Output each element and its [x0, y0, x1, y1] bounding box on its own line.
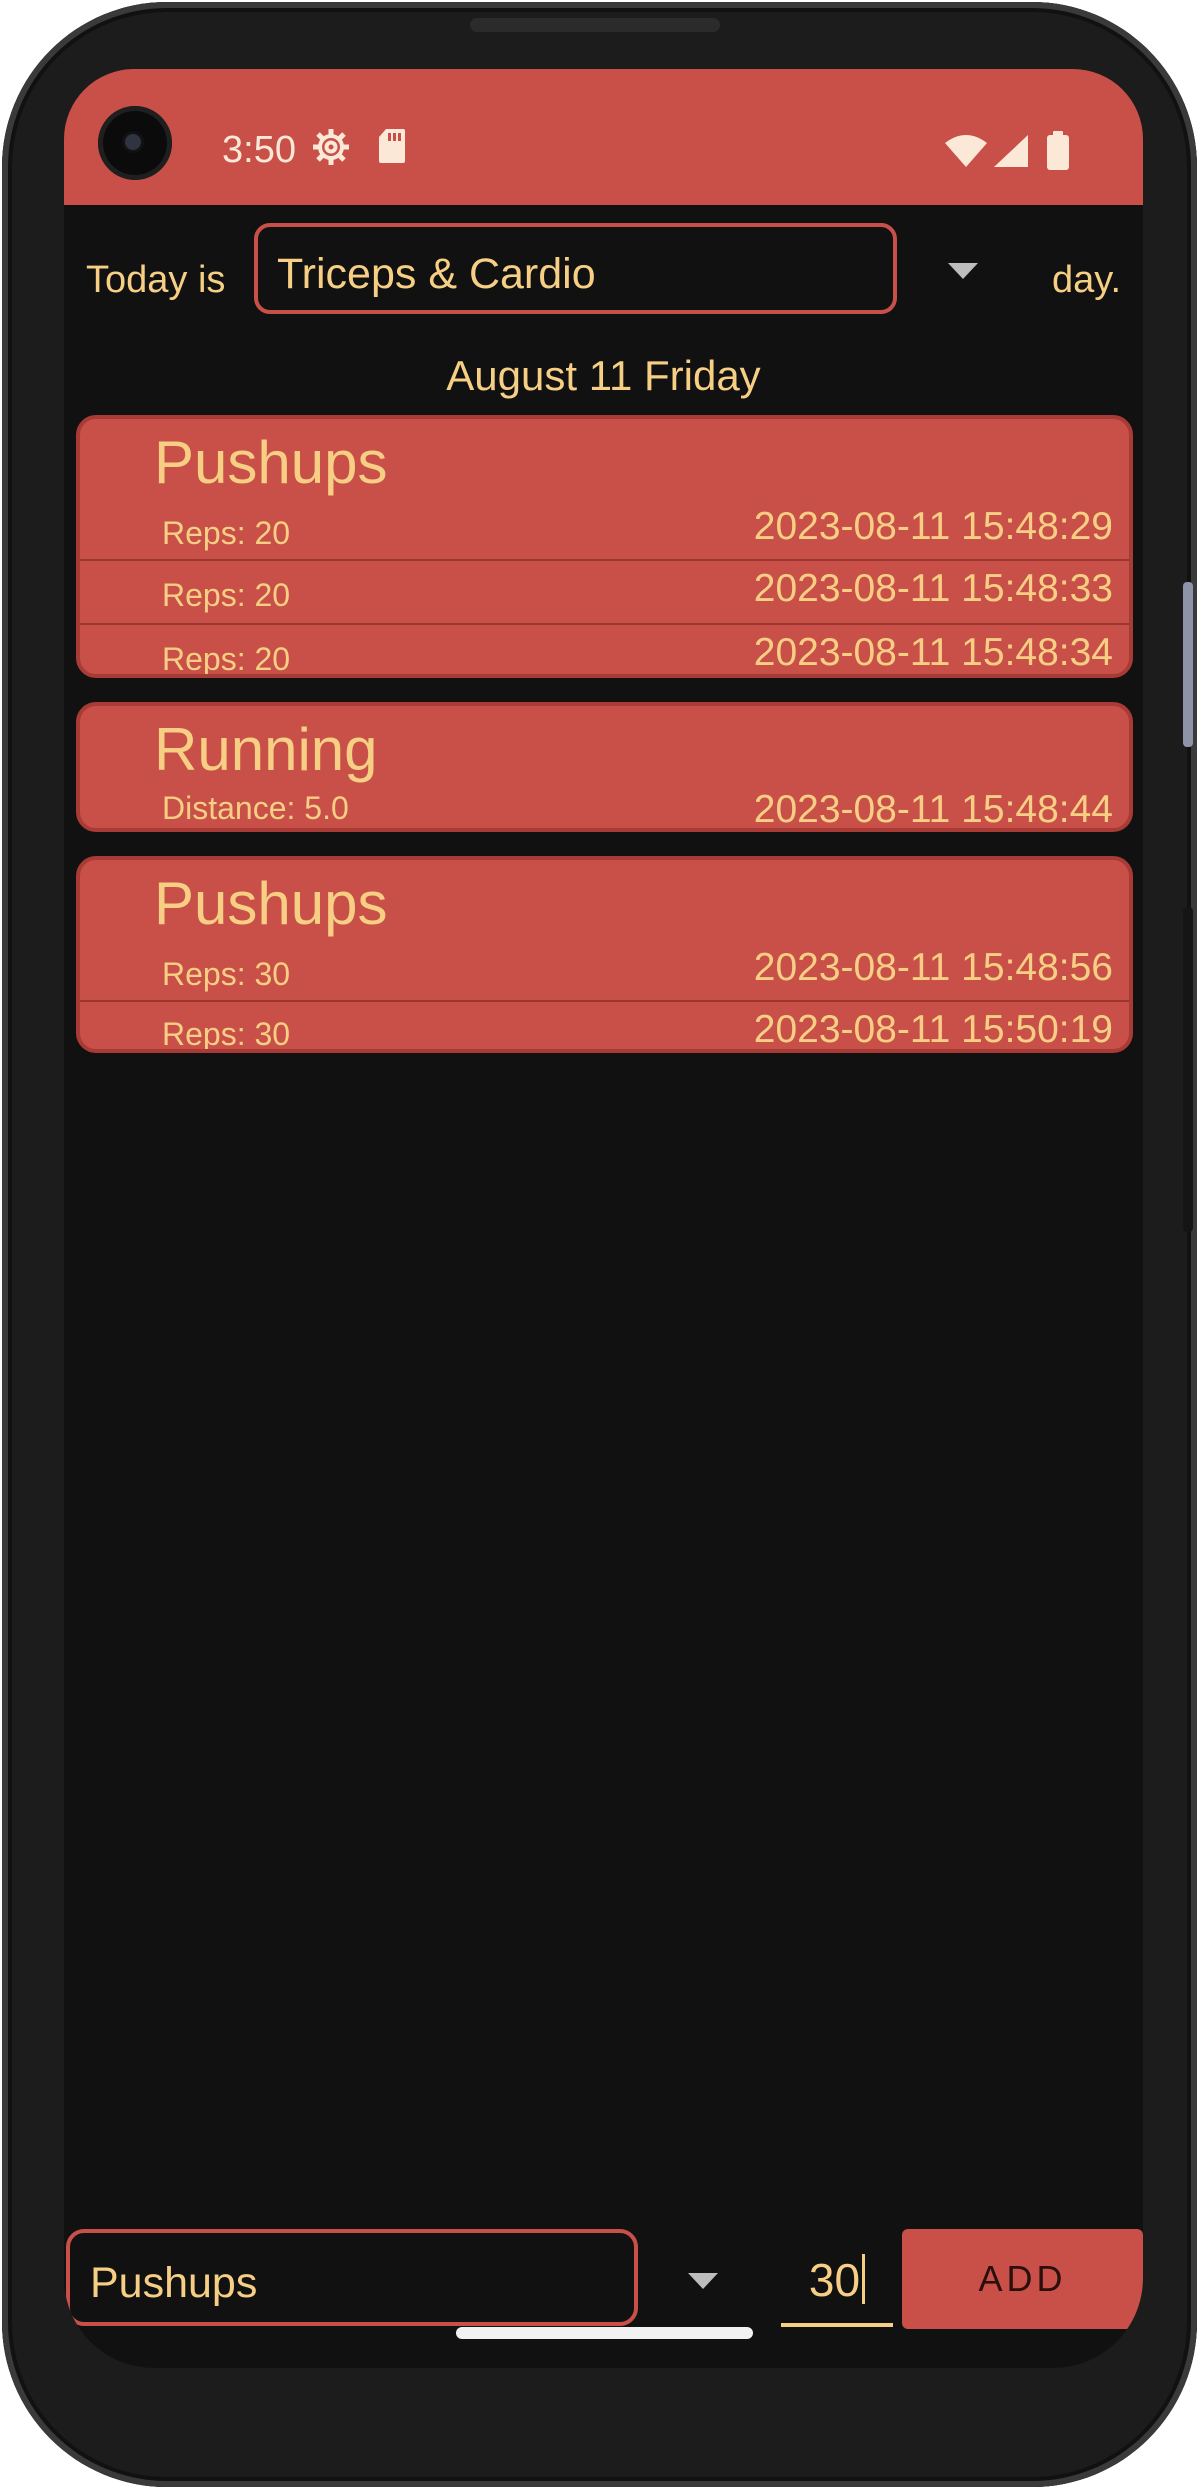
entry-timestamp: 2023-08-11 15:48:29	[753, 505, 1113, 548]
amount-input[interactable]: 30	[781, 2239, 893, 2327]
log-entry[interactable]: Reps: 30 2023-08-11 15:48:56	[80, 938, 1129, 1000]
entry-timestamp: 2023-08-11 15:50:19	[753, 1008, 1113, 1051]
add-entry-bar: Pushups 30 ADD	[64, 2229, 1143, 2329]
status-bar: 3:50	[64, 69, 1143, 205]
text-caret	[862, 2254, 866, 2304]
entry-detail: Reps: 20	[162, 515, 291, 551]
earpiece-speaker	[470, 18, 720, 32]
exercise-group-card: Pushups Reps: 30 2023-08-11 15:48:56 Rep…	[76, 856, 1133, 1053]
day-suffix-label: day.	[1052, 259, 1122, 301]
exercise-select[interactable]: Pushups	[66, 2229, 638, 2326]
signal-icon	[992, 133, 1030, 174]
exercise-group-title: Pushups	[154, 429, 388, 496]
entry-timestamp: 2023-08-11 15:48:44	[753, 788, 1113, 831]
add-button[interactable]: ADD	[902, 2229, 1143, 2329]
amount-value: 30	[808, 2254, 861, 2306]
log-entry[interactable]: Distance: 5.0 2023-08-11 15:48:44	[80, 784, 1129, 831]
today-is-label: Today is	[86, 259, 226, 301]
entry-timestamp: 2023-08-11 15:48:34	[753, 631, 1113, 674]
entry-detail: Reps: 30	[162, 956, 291, 992]
volume-button	[1183, 582, 1193, 747]
log-entry[interactable]: Reps: 20 2023-08-11 15:48:29	[80, 497, 1129, 559]
battery-icon	[1046, 131, 1070, 176]
day-type-row: Today is Triceps & Cardio day.	[64, 223, 1143, 323]
entry-timestamp: 2023-08-11 15:48:56	[753, 946, 1113, 989]
home-gesture-bar[interactable]	[456, 2327, 753, 2339]
gear-icon	[311, 127, 351, 172]
front-camera	[98, 106, 172, 180]
sd-card-icon	[377, 127, 407, 170]
day-type-select[interactable]: Triceps & Cardio	[254, 223, 897, 314]
entry-detail: Distance: 5.0	[162, 790, 349, 826]
wifi-icon	[944, 135, 988, 174]
exercise-group-title: Pushups	[154, 870, 388, 937]
chevron-down-icon[interactable]	[948, 263, 978, 284]
log-entry[interactable]: Reps: 30 2023-08-11 15:50:19	[80, 1000, 1129, 1052]
entry-timestamp: 2023-08-11 15:48:33	[753, 567, 1113, 610]
status-time: 3:50	[222, 129, 296, 171]
date-heading: August 11 Friday	[446, 352, 761, 399]
exercise-group-title: Running	[154, 716, 378, 783]
entry-detail: Reps: 30	[162, 1016, 291, 1052]
exercise-group-card: Running Distance: 5.0 2023-08-11 15:48:4…	[76, 702, 1133, 832]
exercise-group-card: Pushups Reps: 20 2023-08-11 15:48:29 Rep…	[76, 415, 1133, 678]
entry-detail: Reps: 20	[162, 577, 291, 613]
log-entry[interactable]: Reps: 20 2023-08-11 15:48:34	[80, 623, 1129, 677]
app-screen: 3:50 Today is Triceps & Cardio day. Augu…	[64, 69, 1143, 2368]
log-entry[interactable]: Reps: 20 2023-08-11 15:48:33	[80, 559, 1129, 623]
entry-detail: Reps: 20	[162, 641, 291, 677]
chevron-down-icon[interactable]	[688, 2273, 718, 2294]
power-button	[1183, 907, 1193, 1232]
phone-frame: 3:50 Today is Triceps & Cardio day. Augu…	[2, 2, 1197, 2487]
